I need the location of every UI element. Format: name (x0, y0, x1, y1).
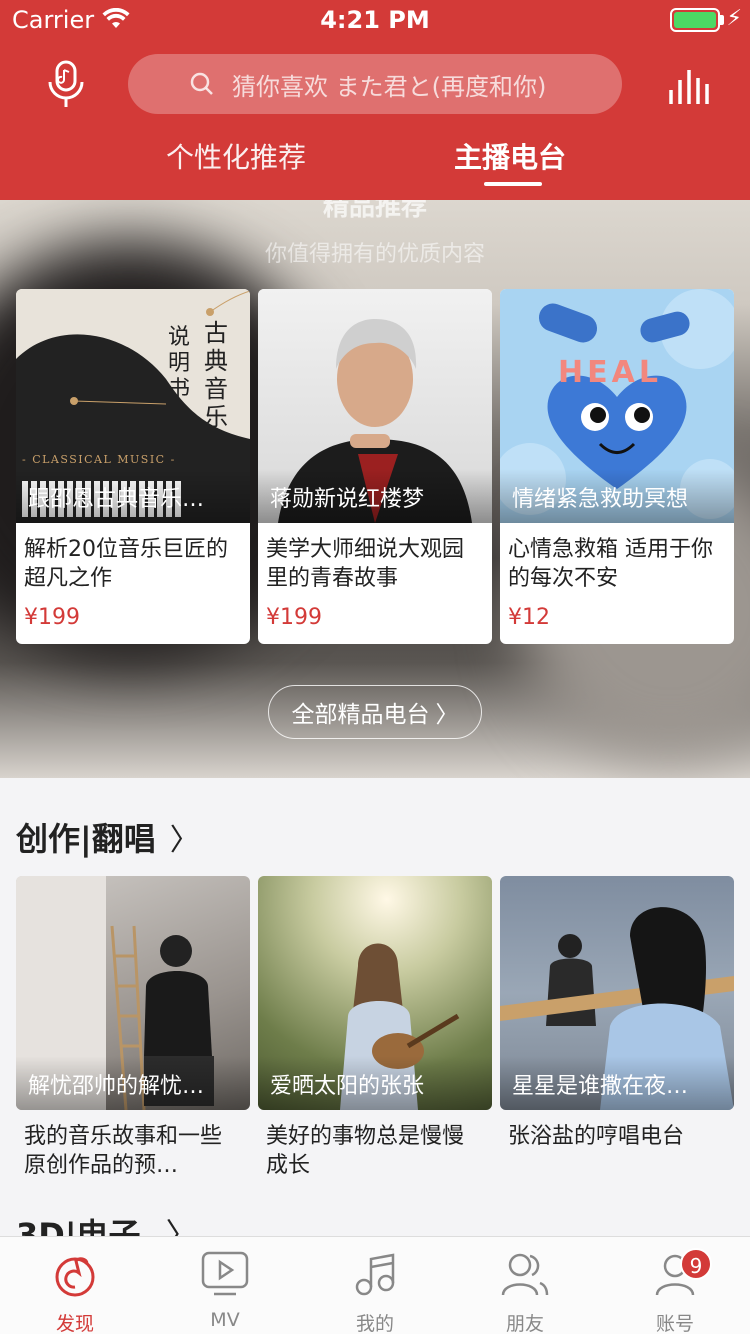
tabbar-label: 朋友 (505, 1313, 544, 1334)
status-time: 4:21 PM (320, 6, 430, 34)
netease-music-icon (55, 1257, 95, 1297)
card-description: 美学大师细说大观园里的青春故事 (266, 537, 465, 591)
section-title-label: 创作|翻唱 (16, 820, 156, 858)
featured-subtitle: 你值得拥有的优质内容 (264, 242, 485, 267)
card-price: ¥199 (24, 605, 80, 630)
cover-label: 蒋勋新说红楼梦 (258, 469, 492, 523)
top-header: Carrier 4:21 PM ⚡ 猜你喜欢 また君と(再度和你) 个性化推荐 (0, 0, 750, 200)
cover-image: 爱晒太阳的张张 (258, 876, 492, 1110)
tabbar-item-friends[interactable]: 朋友 (450, 1237, 600, 1334)
cover-art-title: 古典音乐 (204, 319, 228, 431)
tabbar-label: 发现 (55, 1313, 94, 1334)
battery-icon (670, 8, 720, 32)
top-tabs: 个性化推荐 主播电台 (0, 136, 750, 200)
cover-image: 蒋勋新说红楼梦 (258, 289, 492, 523)
microphone-icon[interactable] (44, 60, 88, 110)
playing-bars-icon[interactable] (668, 68, 710, 106)
search-placeholder: 猜你喜欢 また君と(再度和你) (232, 72, 547, 101)
card-price: ¥199 (266, 605, 322, 630)
tabbar-item-account[interactable]: 账号 (600, 1237, 750, 1334)
cover-label: 解忧邵帅的解忧… (16, 1056, 250, 1110)
cover-image: 解忧邵帅的解忧… (16, 876, 250, 1110)
premium-card[interactable]: 古典音乐 说明书 - CLASSICAL MUSIC - 跟邵恩古典音乐… 解析… (16, 289, 250, 644)
tabbar-label: 账号 (655, 1313, 694, 1334)
video-play-icon (201, 1251, 249, 1296)
tabbar-item-discover[interactable]: 发现 (0, 1237, 150, 1334)
cover-image: 星星是谁撒在夜… (500, 876, 734, 1110)
radio-card[interactable]: 解忧邵帅的解忧… 我的音乐故事和一些原创作品的预… (16, 876, 250, 1180)
card-description: 我的音乐故事和一些原创作品的预… (24, 1124, 223, 1178)
tabbar-label: 我的 (355, 1313, 394, 1334)
chevron-right-icon: 〉 (169, 823, 200, 858)
premium-card[interactable]: 蒋勋新说红楼梦 美学大师细说大观园里的青春故事 ¥199 (258, 289, 492, 644)
notification-badge: 9 (680, 1248, 712, 1280)
tab-personal-recommend[interactable]: 个性化推荐 (166, 136, 306, 176)
cover-label: 爱晒太阳的张张 (258, 1056, 492, 1110)
card-description: 张浴盐的哼唱电台 (508, 1124, 685, 1149)
tabbar-item-mv[interactable]: MV (150, 1237, 300, 1334)
friends-icon (501, 1253, 549, 1296)
all-premium-radio-button[interactable]: 全部精品电台 〉 (268, 685, 482, 739)
featured-section: 精品推荐 你值得拥有的优质内容 古典音乐 说明书 - CLASSICAL MUS… (0, 200, 750, 778)
cover-art-word: HEAL (558, 355, 662, 390)
card-price: ¥12 (508, 605, 550, 630)
radio-card[interactable]: 星星是谁撒在夜… 张浴盐的哼唱电台 (500, 876, 734, 1180)
tab-anchor-radio[interactable]: 主播电台 (454, 136, 566, 176)
tabbar-label: MV (210, 1309, 240, 1331)
tab-active-indicator (484, 182, 542, 186)
music-note-icon (355, 1253, 395, 1296)
all-premium-radio-label: 全部精品电台 (291, 702, 430, 728)
cover-art-caption: - CLASSICAL MUSIC - (22, 453, 176, 466)
battery-tip (720, 15, 724, 25)
cover-image: 古典音乐 说明书 - CLASSICAL MUSIC - 跟邵恩古典音乐… (16, 289, 250, 523)
cover-image: HEAL 情绪紧急救助冥想 (500, 289, 734, 523)
card-description: 解析20位音乐巨匠的超凡之作 (24, 537, 228, 591)
charging-icon: ⚡ (726, 6, 742, 31)
bottom-tab-bar: 发现 MV 我的 朋友 账号 (0, 1236, 750, 1334)
cover-label: 情绪紧急救助冥想 (500, 469, 734, 523)
cover-art-subtitle: 说明书 (168, 325, 191, 402)
card-description: 心情急救箱 适用于你的每次不安 (508, 537, 713, 591)
chevron-right-icon: 〉 (435, 702, 459, 728)
radio-card[interactable]: 爱晒太阳的张张 美好的事物总是慢慢成长 (258, 876, 492, 1180)
featured-title: 精品推荐 (322, 200, 427, 222)
cover-label: 跟邵恩古典音乐… (16, 469, 250, 523)
cover-label: 星星是谁撒在夜… (500, 1056, 734, 1110)
tabbar-item-mine[interactable]: 我的 (300, 1237, 450, 1334)
search-bar[interactable]: 猜你喜欢 また君と(再度和你) (128, 54, 622, 114)
section-title-creation[interactable]: 创作|翻唱 〉 (16, 814, 200, 860)
status-bar: Carrier 4:21 PM ⚡ (0, 0, 750, 40)
card-description: 美好的事物总是慢慢成长 (266, 1124, 465, 1178)
search-icon (190, 72, 213, 95)
premium-card[interactable]: HEAL 情绪紧急救助冥想 心情急救箱 适用于你的每次不安 ¥12 (500, 289, 734, 644)
